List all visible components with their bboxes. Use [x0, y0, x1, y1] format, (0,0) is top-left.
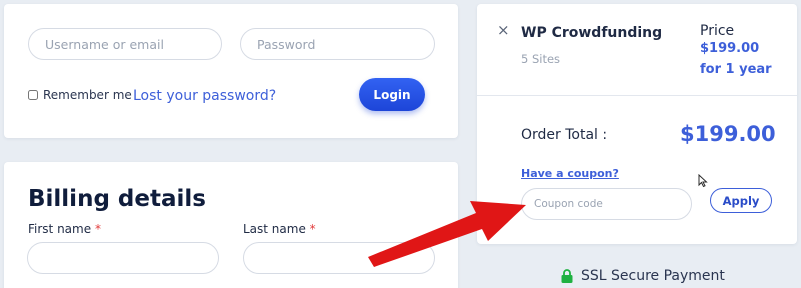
first-name-input[interactable] [27, 242, 219, 274]
login-button[interactable]: Login [359, 78, 425, 111]
red-arrow-annotation [368, 201, 526, 267]
mouse-cursor-icon [698, 174, 708, 188]
remember-me-label: Remember me [43, 88, 132, 102]
product-sites: 5 Sites [521, 52, 561, 66]
username-input[interactable] [28, 28, 222, 60]
have-coupon-link[interactable]: Have a coupon? [521, 167, 619, 180]
price-label: Price [700, 23, 735, 39]
coupon-code-input[interactable] [521, 188, 692, 220]
ssl-label: SSL Secure Payment [581, 268, 725, 284]
remember-me-row[interactable]: Remember me [28, 88, 132, 102]
order-divider [477, 95, 797, 96]
price-period: for 1 year [700, 62, 772, 77]
last-name-label: Last name * [243, 222, 316, 236]
order-total-label: Order Total : [521, 127, 608, 143]
product-name: WP Crowdfunding [521, 25, 663, 41]
price-value: $199.00 [700, 41, 760, 56]
order-total-value: $199.00 [680, 122, 776, 146]
lock-icon [561, 269, 573, 283]
first-name-label: First name * [28, 222, 101, 236]
apply-coupon-button[interactable]: Apply [710, 188, 772, 213]
remember-me-checkbox[interactable] [28, 90, 38, 100]
ssl-secure-payment: SSL Secure Payment [561, 268, 725, 284]
required-marker: * [309, 222, 316, 236]
first-name-label-text: First name [28, 222, 92, 236]
required-marker: * [94, 222, 101, 236]
remove-item-icon[interactable]: × [497, 21, 510, 39]
password-input[interactable] [240, 28, 435, 60]
billing-title: Billing details [28, 186, 206, 212]
lost-password-link[interactable]: Lost your password? [133, 88, 276, 104]
login-card: Remember me Lost your password? Login [4, 4, 458, 138]
last-name-label-text: Last name [243, 222, 306, 236]
